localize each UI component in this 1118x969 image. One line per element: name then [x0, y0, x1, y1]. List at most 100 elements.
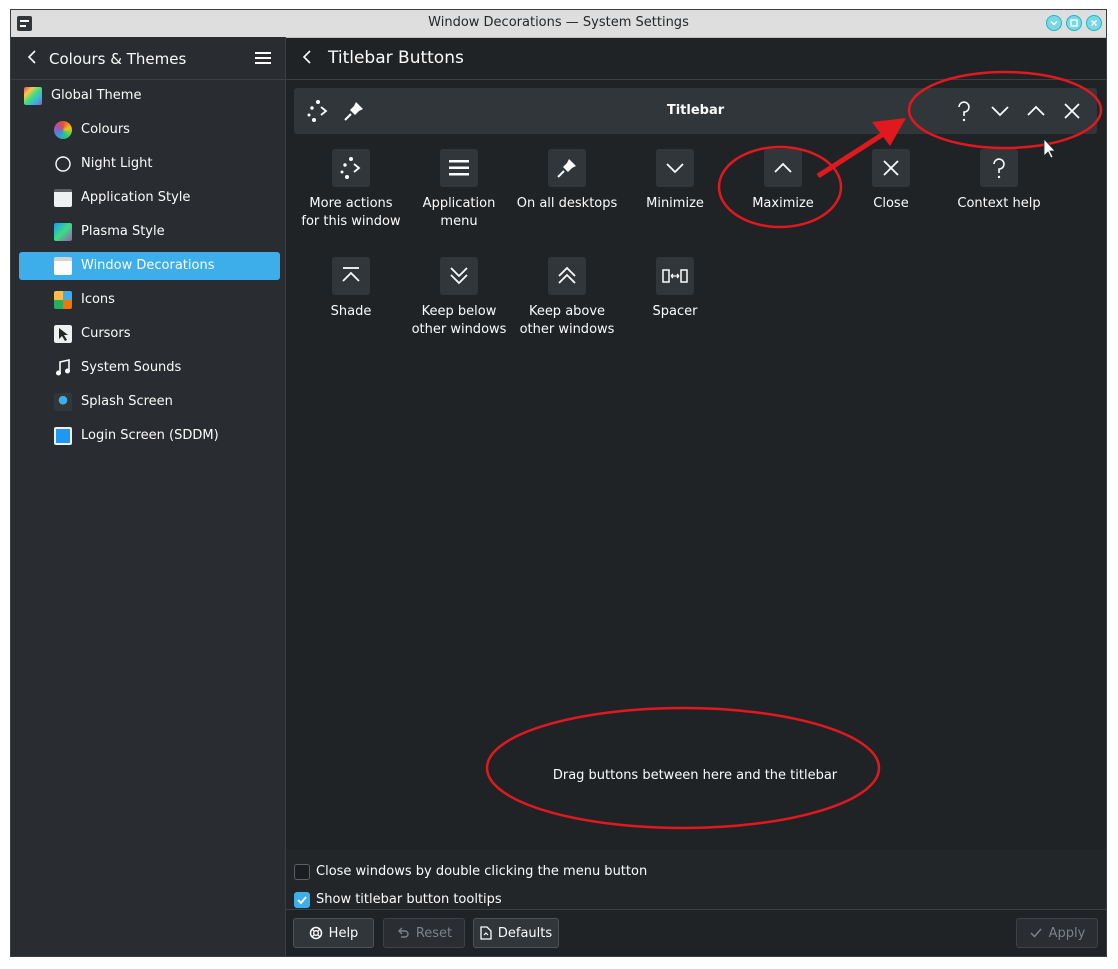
show-tooltips-checkbox[interactable] — [294, 892, 310, 908]
hamburger-menu-icon[interactable] — [255, 51, 271, 65]
tile-label: Context help — [957, 196, 1041, 211]
tile-label: Shade — [330, 304, 372, 319]
available-button-application-menu[interactable]: Application menu — [405, 149, 513, 231]
tile-label: Keep below — [421, 304, 497, 319]
footer-button-bar: Help Reset Defaults Apply — [286, 909, 1106, 956]
icons-icon — [54, 291, 72, 309]
sidebar-item-system-sounds[interactable]: System Sounds — [19, 354, 280, 382]
tile-label: Minimize — [646, 196, 704, 211]
shade-icon — [342, 267, 360, 282]
option-label: Show titlebar button tooltips — [316, 892, 502, 907]
cursors-icon — [54, 325, 72, 343]
titlebar-preview[interactable]: Titlebar — [294, 88, 1097, 134]
undo-icon — [397, 927, 409, 938]
lifebuoy-icon — [309, 926, 322, 940]
maximize-icon — [1070, 19, 1078, 27]
tile-label: other windows — [519, 322, 615, 337]
pin-icon — [557, 159, 576, 178]
available-button-keep-below[interactable]: Keep below other windows — [405, 257, 513, 339]
double-chevron-down-icon — [450, 267, 468, 285]
sidebar-item-application-style[interactable]: Application Style — [19, 184, 280, 212]
close-icon — [1091, 20, 1097, 26]
available-button-keep-above[interactable]: Keep above other windows — [513, 257, 621, 339]
sidebar-header: Colours & Themes — [11, 37, 285, 80]
available-button-spacer[interactable]: Spacer — [621, 257, 729, 321]
checkmark-icon — [297, 896, 307, 905]
page-title: Titlebar Buttons — [328, 48, 464, 68]
chevron-down-icon — [666, 163, 684, 174]
tile-label: Application — [422, 196, 496, 211]
chevron-up-icon[interactable] — [1024, 99, 1048, 123]
global-theme-icon — [24, 87, 42, 105]
tile-label: menu — [440, 214, 478, 229]
night-light-icon — [55, 156, 71, 172]
music-note-icon — [56, 359, 70, 376]
sidebar-item-login-screen[interactable]: Login Screen (SDDM) — [19, 422, 280, 450]
available-button-maximize[interactable]: Maximize — [729, 149, 837, 213]
apply-button-label: Apply — [1048, 925, 1086, 941]
tile-label: Maximize — [752, 196, 814, 211]
chevron-down-icon[interactable] — [988, 99, 1012, 123]
sidebar-title: Colours & Themes — [49, 50, 187, 68]
defaults-button[interactable]: Defaults — [473, 918, 559, 948]
login-screen-icon — [54, 427, 72, 445]
reset-button[interactable]: Reset — [383, 918, 465, 948]
reset-button-label: Reset — [415, 925, 453, 941]
sidebar-item-icons[interactable]: Icons — [19, 286, 280, 314]
sidebar-item-plasma-style[interactable]: Plasma Style — [19, 218, 280, 246]
question-icon — [993, 158, 1005, 179]
sidebar-item-window-decorations[interactable]: Window Decorations — [19, 252, 280, 280]
system-settings-window: Window Decorations — System Settings Col… — [10, 9, 1107, 957]
available-button-shade[interactable]: Shade — [297, 257, 405, 321]
tile-label: Keep above — [528, 304, 606, 319]
close-icon[interactable] — [1060, 99, 1084, 123]
spacer-icon — [662, 269, 688, 283]
checkmark-icon — [1030, 928, 1042, 938]
back-arrow-icon[interactable] — [300, 49, 314, 65]
sidebar-item-colours[interactable]: Colours — [19, 116, 280, 144]
plasma-style-icon — [54, 223, 72, 241]
sidebar-item-global-theme[interactable]: Global Theme — [19, 82, 280, 110]
minimize-window-button[interactable] — [1046, 15, 1062, 31]
sidebar-item-night-light[interactable]: Night Light — [19, 150, 280, 178]
available-button-context-help[interactable]: Context help — [945, 149, 1053, 213]
chevron-up-icon — [774, 162, 792, 173]
tile-label: for this window — [301, 214, 401, 229]
hamburger-menu-icon — [449, 160, 469, 176]
main-header: Titlebar Buttons — [286, 37, 1106, 80]
window-title: Window Decorations — System Settings — [428, 15, 689, 30]
splash-screen-icon — [54, 393, 72, 411]
colours-icon — [54, 121, 72, 139]
back-arrow-icon[interactable] — [25, 49, 39, 65]
drag-drop-hint: Drag buttons between here and the titleb… — [552, 768, 838, 783]
close-window-button[interactable] — [1086, 15, 1102, 31]
more-actions-icon — [340, 157, 361, 179]
double-chevron-up-icon — [558, 266, 576, 284]
maximize-window-button[interactable] — [1066, 15, 1082, 31]
sidebar-item-splash-screen[interactable]: Splash Screen — [19, 388, 280, 416]
window-titlebar[interactable]: Window Decorations — System Settings — [11, 10, 1106, 38]
question-icon[interactable] — [952, 99, 976, 123]
main-panel: Titlebar Buttons Titlebar More actions fo… — [286, 37, 1106, 956]
available-button-more-actions[interactable]: More actions for this window — [297, 149, 405, 231]
close-on-double-click-checkbox[interactable] — [294, 864, 310, 880]
options-area: Close windows by double clicking the men… — [286, 849, 1106, 909]
help-button-label: Help — [328, 925, 359, 941]
window-decorations-icon — [54, 257, 72, 275]
option-label: Close windows by double clicking the men… — [316, 864, 648, 879]
tile-label: More actions — [309, 196, 393, 211]
chevron-down-icon — [1050, 21, 1058, 26]
tile-label: Spacer — [652, 304, 698, 319]
application-style-icon — [54, 189, 72, 207]
sidebar: Colours & Themes Global Theme Colours Ni… — [11, 37, 286, 956]
available-button-minimize[interactable]: Minimize — [621, 149, 729, 213]
available-button-on-all-desktops[interactable]: On all desktops — [513, 149, 621, 213]
defaults-button-label: Defaults — [497, 925, 553, 941]
tile-label: Close — [873, 196, 909, 211]
available-button-close[interactable]: Close — [837, 149, 945, 213]
apply-button[interactable]: Apply — [1016, 918, 1098, 948]
help-button[interactable]: Help — [293, 918, 374, 948]
tile-label: On all desktops — [516, 196, 618, 211]
document-defaults-icon — [480, 926, 492, 940]
sidebar-item-cursors[interactable]: Cursors — [19, 320, 280, 348]
